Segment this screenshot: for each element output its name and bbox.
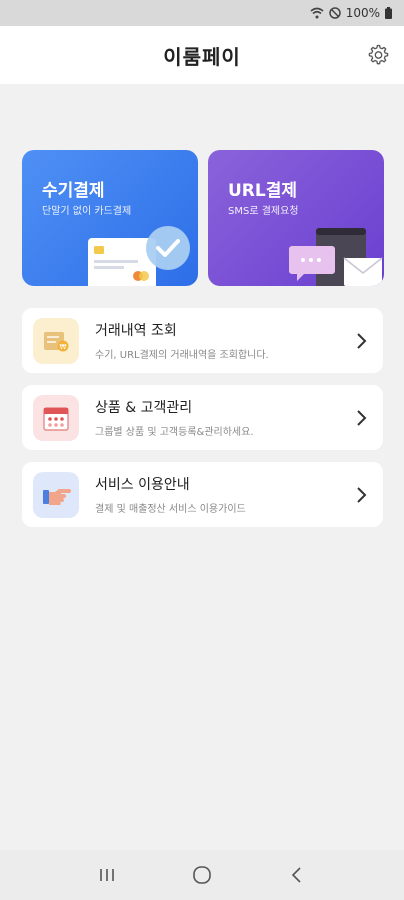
menu-description: 그룹별 상품 및 고객등록&관리하세요. — [95, 427, 254, 438]
wifi-icon — [310, 7, 324, 19]
manual-payment-subtitle: 단말기 없이 카드결제 — [42, 206, 132, 217]
back-icon — [291, 867, 301, 883]
gear-icon — [368, 44, 389, 65]
chevron-right-icon — [347, 332, 375, 350]
system-nav-bar — [0, 850, 404, 900]
chevron-right-icon — [347, 486, 375, 504]
url-payment-title: URL결제 — [228, 181, 298, 201]
battery-percent: 100% — [345, 6, 380, 20]
menu-description: 결제 및 매출정산 서비스 이용가이드 — [95, 504, 246, 515]
app-title: 이룸페이 — [163, 44, 241, 69]
calendar-icon — [33, 394, 79, 441]
status-bar: 100% — [0, 0, 404, 26]
battery-icon — [385, 7, 392, 19]
do-not-disturb-icon — [328, 7, 341, 19]
settings-button[interactable] — [364, 41, 392, 69]
recent-apps-button[interactable] — [87, 855, 127, 895]
menu-title: 거래내역 조회 — [95, 323, 177, 339]
svg-text:₩: ₩ — [60, 343, 67, 351]
menu-item-product-customer[interactable]: 상품 & 고객관리 그룹별 상품 및 고객등록&관리하세요. — [22, 385, 383, 450]
menu-item-service-guide[interactable]: 서비스 이용안내 결제 및 매출정산 서비스 이용가이드 — [22, 462, 383, 527]
receipt-icon: ₩ — [33, 317, 79, 364]
recent-apps-icon — [100, 869, 115, 881]
menu-item-transaction-history[interactable]: ₩ 거래내역 조회 수기, URL결제의 거래내역을 조회합니다. — [22, 308, 383, 373]
manual-payment-title: 수기결제 — [42, 181, 105, 201]
home-icon — [193, 866, 211, 884]
menu-title: 서비스 이용안내 — [95, 477, 190, 493]
chevron-right-icon — [347, 409, 375, 427]
credit-card-check-icon — [88, 226, 190, 286]
manual-payment-card[interactable]: 수기결제 단말기 없이 카드결제 — [22, 150, 198, 286]
url-payment-card[interactable]: URL결제 SMS로 결제요청 — [208, 150, 384, 286]
menu-description: 수기, URL결제의 거래내역을 조회합니다. — [95, 350, 269, 361]
menu-title: 상품 & 고객관리 — [95, 400, 193, 416]
home-button[interactable] — [182, 855, 222, 895]
app-bar: 이룸페이 — [0, 26, 404, 84]
url-payment-subtitle: SMS로 결제요청 — [228, 206, 299, 217]
sms-envelope-icon — [289, 228, 383, 286]
back-button[interactable] — [277, 855, 317, 895]
pointing-hand-icon — [33, 471, 79, 518]
